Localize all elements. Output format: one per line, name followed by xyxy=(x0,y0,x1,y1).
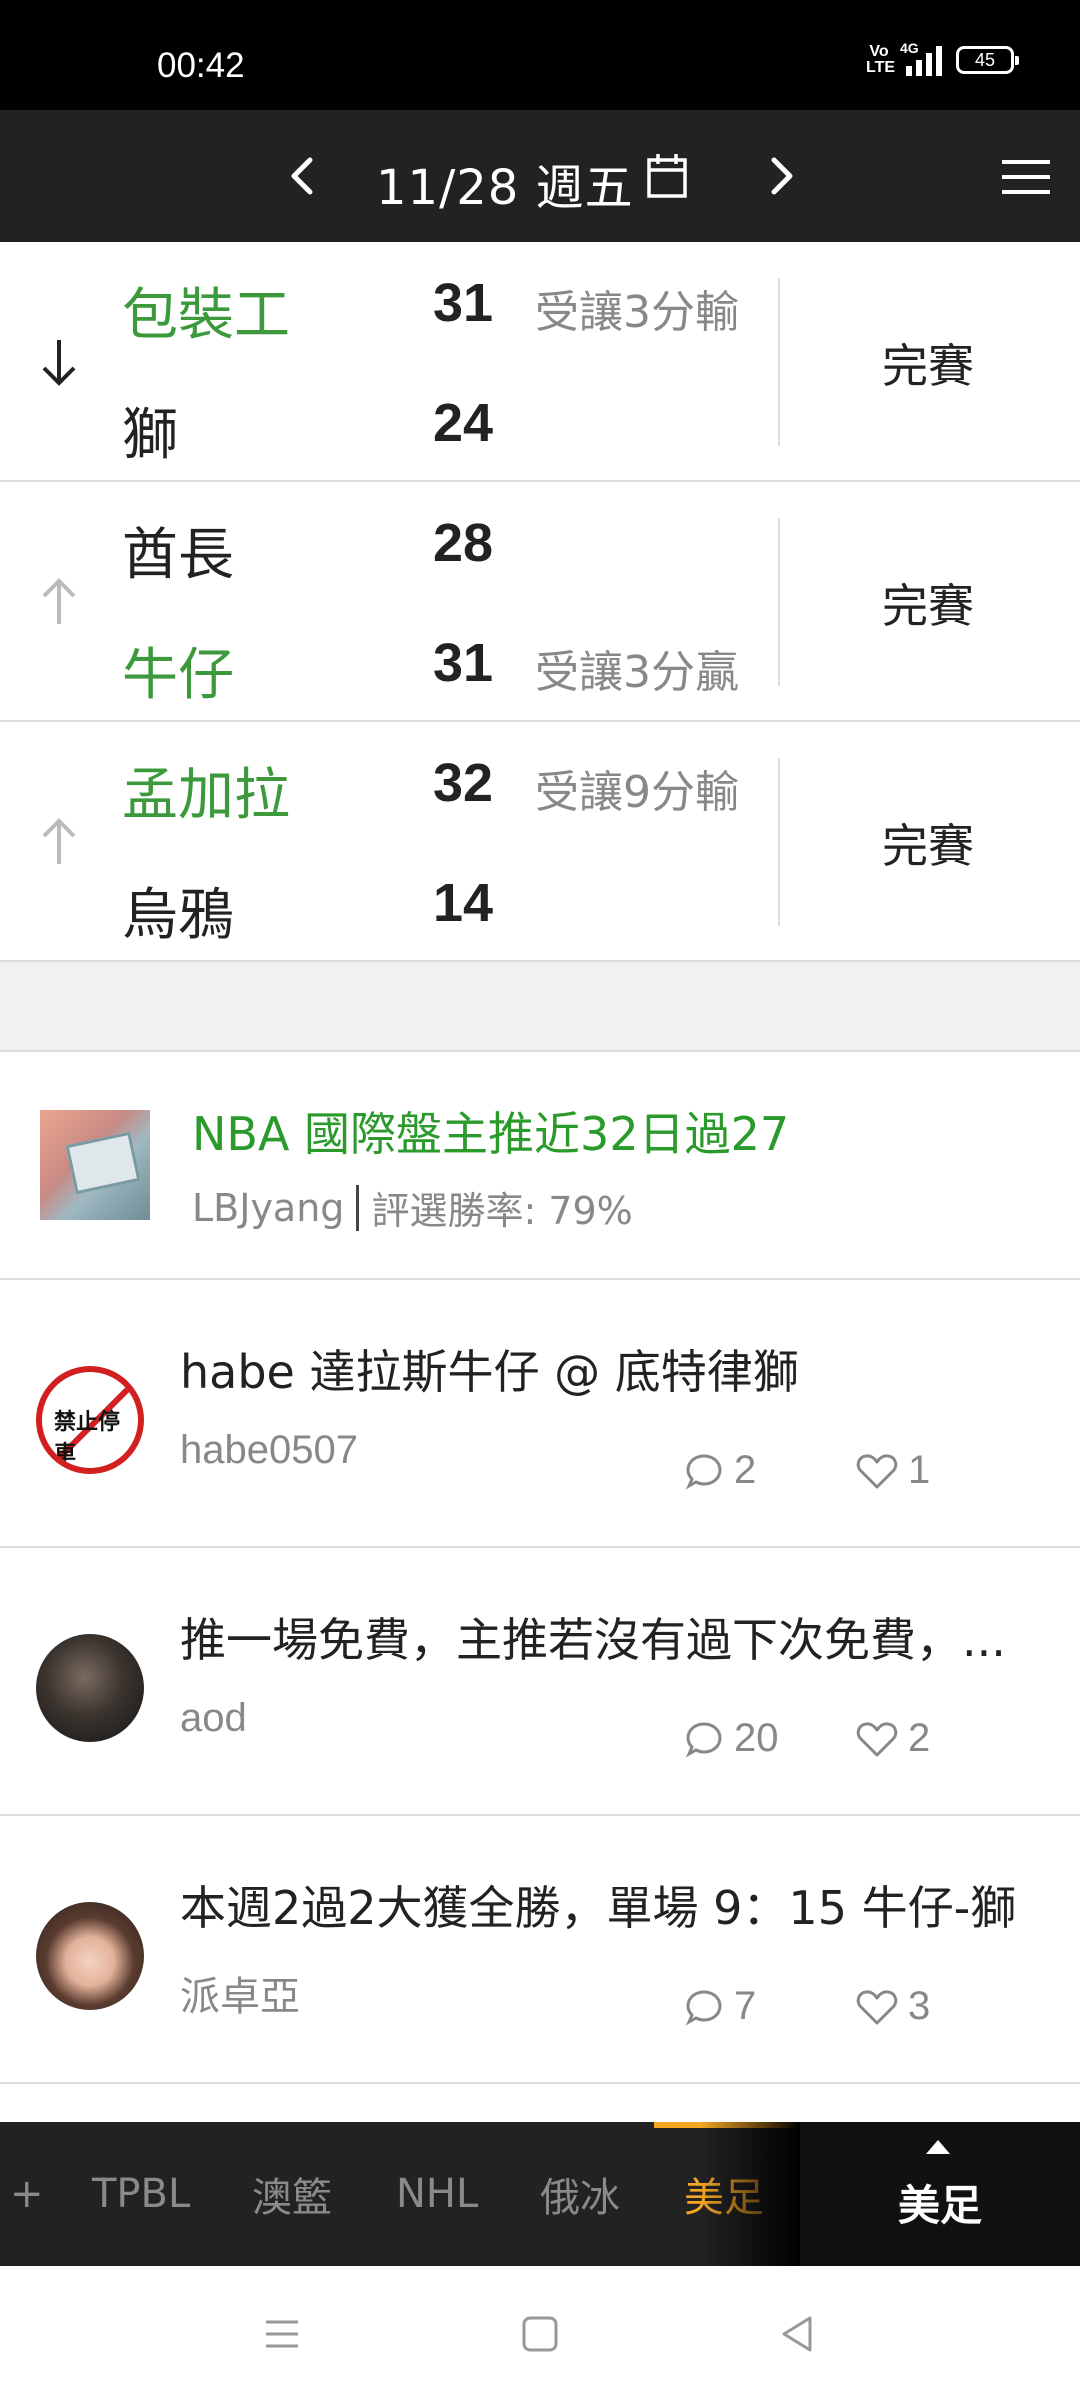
team-score: 28 xyxy=(433,513,494,573)
game-status: 完賽 xyxy=(882,579,974,633)
tab-australian-basketball[interactable]: 澳籃 xyxy=(252,2122,332,2266)
like-count[interactable]: 3 xyxy=(856,1984,930,2029)
current-league-selector[interactable]: 美足 xyxy=(800,2122,1080,2266)
team-name: 牛仔 xyxy=(122,643,234,708)
tab-russian-hockey[interactable]: 俄冰 xyxy=(540,2122,620,2266)
status-icons: Vo LTE 4G 45 xyxy=(866,40,1019,76)
post-title: 本週2過2大獲全勝，單場 9：15 牛仔-獅 xyxy=(180,1881,1017,1935)
divider xyxy=(356,1184,360,1231)
heart-icon xyxy=(856,1989,898,2024)
team-name: 孟加拉 xyxy=(122,763,290,828)
tab-add[interactable]: + xyxy=(10,2122,44,2266)
arrow-down-icon xyxy=(42,340,76,386)
featured-thumbnail xyxy=(40,1110,150,1220)
post-title: habe 達拉斯牛仔 @ 底特律獅 xyxy=(180,1345,799,1399)
like-count-value: 3 xyxy=(908,1984,931,2028)
team-score: 32 xyxy=(433,753,494,813)
featured-author: LBJyang xyxy=(192,1185,345,1230)
avatar xyxy=(36,1634,144,1742)
game-list: 包裝工 31 受讓3分輸 獅 24 完賽 酋長 28 牛仔 31 受讓3分贏 完… xyxy=(0,242,1080,962)
post-item[interactable]: 推一場免費，主推若沒有過下次免費，... aod 20 2 xyxy=(0,1548,1080,1816)
status-bar: 00:42 Vo LTE 4G 45 xyxy=(0,0,1080,110)
game-status: 完賽 xyxy=(882,339,974,393)
team-name: 烏鴉 xyxy=(122,883,234,948)
recent-apps-icon[interactable] xyxy=(258,2310,306,2358)
heart-icon xyxy=(856,1721,898,1756)
team-name: 酋長 xyxy=(122,523,234,588)
featured-win-rate: 評選勝率: 79% xyxy=(371,1189,633,1233)
post-author: habe0507 xyxy=(180,1428,358,1472)
comment-count-value: 2 xyxy=(734,1448,757,1492)
section-spacer xyxy=(0,962,1080,1052)
like-count[interactable]: 1 xyxy=(856,1448,930,1493)
team-score: 24 xyxy=(433,393,494,453)
divider xyxy=(778,518,780,686)
current-league-label: 美足 xyxy=(897,2181,982,2230)
avatar: 禁止停車 xyxy=(36,1366,144,1474)
comment-icon xyxy=(685,1721,722,1758)
arrow-up-icon xyxy=(42,578,76,624)
featured-pick[interactable]: NBA 國際盤主推近32日過27 LBJyang 評選勝率: 79% xyxy=(0,1052,1080,1280)
tab-fade xyxy=(700,2122,800,2266)
caret-up-icon xyxy=(926,2140,950,2154)
featured-title: NBA 國際盤主推近32日過27 xyxy=(192,1107,790,1161)
signal-icon: 4G xyxy=(900,40,942,76)
date-header: 11/28 週五 xyxy=(0,110,1080,242)
comment-count[interactable]: 20 xyxy=(684,1716,779,1761)
avatar-text: 禁止停車 xyxy=(54,1409,121,1467)
team-score: 14 xyxy=(433,873,494,933)
post-title: 推一場免費，主推若沒有過下次免費，... xyxy=(180,1613,1006,1667)
battery-level: 45 xyxy=(974,49,996,70)
comment-count-value: 7 xyxy=(734,1984,757,2028)
hamburger-menu-icon[interactable] xyxy=(1000,158,1052,196)
divider xyxy=(778,758,780,926)
like-count-value: 2 xyxy=(908,1716,931,1760)
post-item[interactable]: 本週2過2大獲全勝，單場 9：15 牛仔-獅 派卓亞 7 3 xyxy=(0,1816,1080,2084)
spread-result: 受讓9分輸 xyxy=(535,767,739,818)
comment-icon xyxy=(685,1989,722,2026)
date-title[interactable]: 11/28 週五 xyxy=(376,148,634,218)
spread-result: 受讓3分輸 xyxy=(535,287,739,338)
heart-icon xyxy=(856,1453,898,1488)
post-author: aod xyxy=(180,1696,247,1740)
tab-nhl[interactable]: NHL xyxy=(396,2122,478,2266)
league-tab-bar: + TPBL 澳籃 NHL 俄冰 美足 美足 xyxy=(0,2122,1080,2266)
network-type: 4G xyxy=(900,40,919,56)
avatar xyxy=(36,1902,144,2010)
team-name: 獅 xyxy=(122,403,178,468)
system-nav-bar xyxy=(0,2266,1080,2400)
comment-count[interactable]: 7 xyxy=(684,1984,756,2029)
comment-count[interactable]: 2 xyxy=(684,1448,756,1493)
back-icon[interactable] xyxy=(774,2310,822,2358)
status-time: 00:42 xyxy=(157,46,245,85)
game-row[interactable]: 包裝工 31 受讓3分輸 獅 24 完賽 xyxy=(0,242,1080,482)
volte-icon: Vo LTE xyxy=(866,43,896,76)
calendar-icon[interactable] xyxy=(646,152,688,200)
home-icon[interactable] xyxy=(516,2310,564,2358)
like-count[interactable]: 2 xyxy=(856,1716,930,1761)
team-name: 包裝工 xyxy=(122,283,290,348)
arrow-up-icon xyxy=(42,818,76,864)
tab-tpbl[interactable]: TPBL xyxy=(92,2122,190,2266)
battery-icon: 45 xyxy=(956,46,1019,74)
chevron-right-icon[interactable] xyxy=(756,150,806,202)
featured-meta: LBJyang 評選勝率: 79% xyxy=(192,1180,633,1235)
divider xyxy=(778,278,780,446)
comment-count-value: 20 xyxy=(734,1716,779,1760)
comment-icon xyxy=(685,1453,722,1490)
post-item[interactable]: 禁止停車 habe 達拉斯牛仔 @ 底特律獅 habe0507 2 1 xyxy=(0,1280,1080,1548)
team-score: 31 xyxy=(433,273,494,333)
game-status: 完賽 xyxy=(882,819,974,873)
like-count-value: 1 xyxy=(908,1448,931,1492)
game-row[interactable]: 酋長 28 牛仔 31 受讓3分贏 完賽 xyxy=(0,482,1080,722)
chevron-left-icon[interactable] xyxy=(278,150,328,202)
spread-result: 受讓3分贏 xyxy=(535,647,739,698)
team-score: 31 xyxy=(433,633,494,693)
post-author: 派卓亞 xyxy=(180,1975,300,2019)
game-row[interactable]: 孟加拉 32 受讓9分輸 烏鴉 14 完賽 xyxy=(0,722,1080,962)
